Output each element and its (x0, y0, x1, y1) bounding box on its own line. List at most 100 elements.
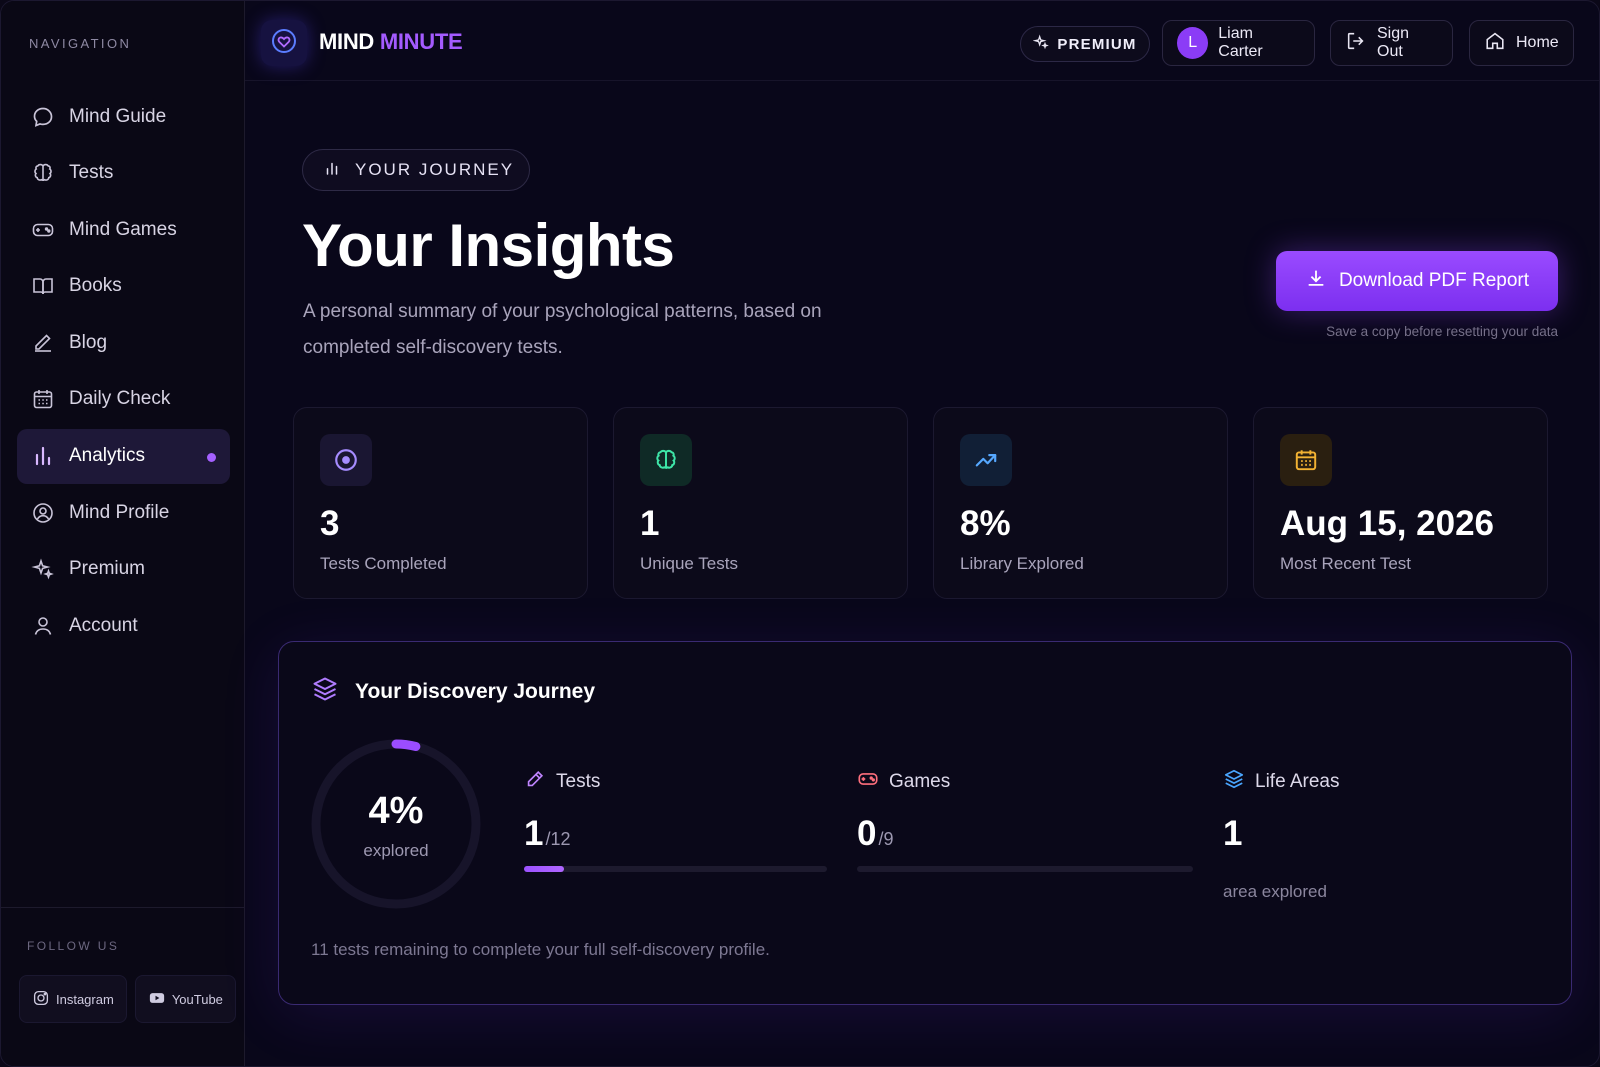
sidebar-item-label: Daily Check (69, 388, 171, 410)
stat-value: 8% (960, 504, 1011, 543)
user-name: Liam Carter (1218, 25, 1263, 60)
social-links: Instagram YouTube (19, 975, 236, 1023)
sidebar-item-tests[interactable]: Tests (17, 146, 230, 201)
trend-up-icon (960, 434, 1012, 486)
stat-label: Most Recent Test (1280, 554, 1412, 573)
stat-card-tests-completed: 3 Tests Completed (293, 407, 588, 599)
metric-areas-value: 1 (1223, 814, 1243, 853)
home-button[interactable]: Home (1469, 20, 1574, 66)
logo-part-1: MIND (319, 29, 375, 54)
premium-button[interactable]: PREMIUM (1020, 26, 1150, 62)
metric-tests-progress (524, 866, 827, 872)
premium-label: PREMIUM (1057, 35, 1137, 53)
sidebar-item-books[interactable]: Books (17, 259, 230, 314)
book-icon (31, 274, 55, 298)
metric-tests-label: Tests (556, 771, 601, 792)
sidebar-item-mind-profile[interactable]: Mind Profile (17, 485, 230, 540)
metric-areas-note: area explored (1223, 882, 1327, 901)
page-title: Your Insights (302, 212, 675, 279)
metric-games-progress (857, 866, 1193, 872)
stat-card-most-recent-test: Aug 15, 2026 Most Recent Test (1253, 407, 1548, 599)
sidebar-item-mind-guide[interactable]: Mind Guide (17, 89, 230, 144)
top-bar: MIND MINUTE PREMIUM L Liam Carter Sign O… (245, 1, 1599, 81)
sidebar-item-label: Mind Games (69, 218, 177, 240)
sign-out-label: Sign Out (1377, 25, 1410, 60)
sparkles-icon (31, 557, 55, 581)
discovery-journey-panel: Your Discovery Journey 4% explored Tests… (278, 641, 1572, 1005)
pen-icon (524, 768, 546, 796)
gamepad-icon (857, 768, 879, 796)
sidebar-item-mind-games[interactable]: Mind Games (17, 202, 230, 257)
bar-chart-icon (31, 444, 55, 468)
sidebar-item-label: Account (69, 614, 138, 636)
sidebar-item-daily-check[interactable]: Daily Check (17, 372, 230, 427)
download-pdf-button[interactable]: Download PDF Report (1276, 251, 1558, 311)
sidebar-item-label: Mind Profile (69, 501, 170, 523)
avatar: L (1177, 27, 1209, 59)
download-label: Download PDF Report (1338, 270, 1530, 291)
youtube-icon (148, 989, 166, 1010)
sparkles-icon (1033, 34, 1050, 54)
logo-part-2: MINUTE (379, 29, 463, 54)
journey-badge: YOUR JOURNEY (302, 149, 530, 191)
calendar-icon (31, 387, 55, 411)
logo-heart-icon (271, 28, 297, 59)
nav-heading: NAVIGATION (29, 36, 132, 51)
instagram-icon (32, 989, 50, 1010)
sign-out-button[interactable]: Sign Out (1330, 20, 1453, 66)
user-circle-icon (31, 501, 55, 525)
metric-games: Games 0/9 (857, 768, 1193, 872)
pen-icon (31, 331, 55, 355)
main-content: YOUR JOURNEY Your Insights A personal su… (245, 81, 1599, 1066)
metric-areas-label: Life Areas (1255, 771, 1340, 792)
sidebar-item-label: Books (69, 275, 122, 297)
calendar-icon (1280, 434, 1332, 486)
instagram-link[interactable]: Instagram (19, 975, 127, 1023)
brain-icon (640, 434, 692, 486)
discovery-title: Your Discovery Journey (355, 680, 596, 703)
user-icon (31, 614, 55, 638)
youtube-link[interactable]: YouTube (134, 975, 236, 1023)
sidebar-item-label: Tests (69, 162, 114, 184)
sign-out-icon (1345, 30, 1367, 57)
layers-icon (311, 675, 339, 709)
follow-heading: FOLLOW US (27, 939, 120, 953)
stat-label: Library Explored (960, 554, 1084, 573)
page-subtitle: A personal summary of your psychological… (303, 301, 822, 358)
stat-value: 3 (320, 504, 340, 543)
stat-label: Tests Completed (320, 554, 447, 573)
sidebar-item-label: Blog (69, 331, 108, 353)
download-note: Save a copy before resetting your data (1326, 324, 1558, 339)
sidebar-item-blog[interactable]: Blog (17, 315, 230, 370)
progress-label: explored (363, 841, 429, 860)
metric-games-count: 0 (857, 814, 877, 853)
sidebar-item-account[interactable]: Account (17, 598, 230, 653)
metric-areas-header: Life Areas (1223, 768, 1523, 796)
brain-icon (31, 161, 55, 185)
logo-wordmark[interactable]: MIND MINUTE (319, 29, 463, 55)
download-icon (1305, 267, 1327, 295)
sidebar-item-analytics[interactable]: Analytics (17, 428, 230, 484)
journey-badge-label: YOUR JOURNEY (355, 160, 515, 179)
sidebar-divider (1, 907, 245, 908)
discovery-header: Your Discovery Journey (311, 675, 595, 709)
bar-chart-icon (323, 159, 341, 182)
stat-card-library-explored: 8% Library Explored (933, 407, 1228, 599)
stat-value: 1 (640, 504, 660, 543)
metric-games-header: Games (857, 768, 1193, 796)
instagram-label: Instagram (56, 991, 114, 1007)
gamepad-icon (31, 218, 55, 242)
metric-tests-value: 1/12 (524, 814, 827, 854)
sidebar-item-label: Mind Guide (69, 105, 167, 127)
home-label: Home (1516, 34, 1559, 51)
sidebar: NAVIGATION Mind Guide Tests Mind Games B… (1, 1, 245, 1066)
metric-games-total: /9 (878, 829, 894, 849)
metric-tests: Tests 1/12 (524, 768, 827, 872)
metric-tests-header: Tests (524, 768, 827, 796)
logo-mark[interactable] (261, 20, 307, 66)
sidebar-item-premium[interactable]: Premium (17, 542, 230, 597)
discovery-footer: 11 tests remaining to complete your full… (311, 940, 770, 959)
chat-bubble-icon (31, 105, 55, 129)
user-menu-button[interactable]: L Liam Carter (1162, 20, 1315, 66)
target-icon (320, 434, 372, 486)
